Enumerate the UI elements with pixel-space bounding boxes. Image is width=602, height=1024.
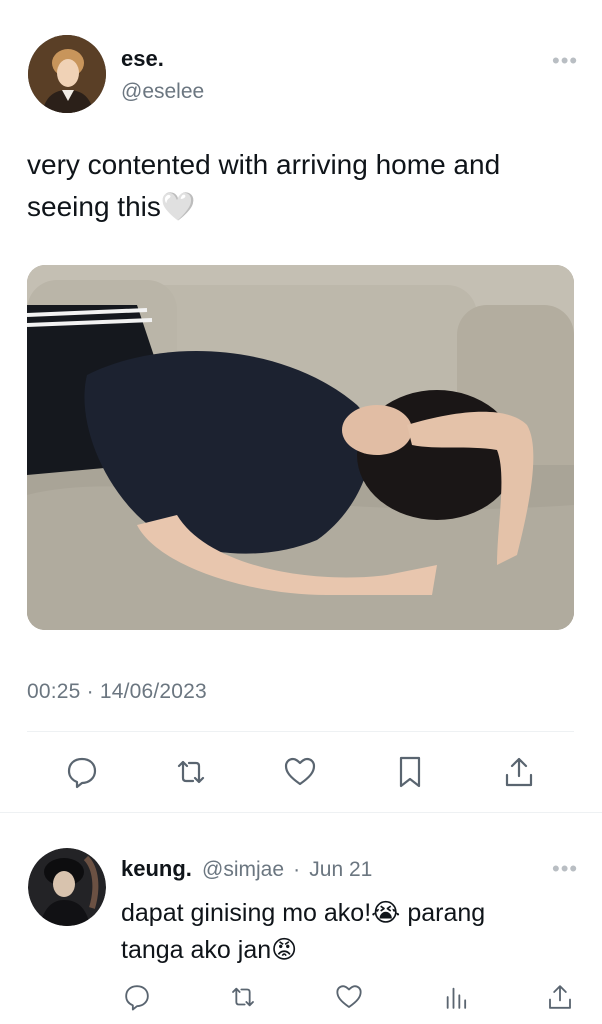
reply-like-icon[interactable] (332, 980, 366, 1014)
reply-author-avatar[interactable] (28, 848, 106, 926)
like-icon[interactable] (280, 752, 320, 792)
reply-separator: · (293, 858, 301, 881)
divider-top (27, 731, 574, 732)
bookmark-icon[interactable] (390, 752, 430, 792)
reply-retweet-icon[interactable] (226, 980, 260, 1014)
more-dots-icon[interactable]: ••• (552, 50, 578, 72)
retweet-icon[interactable] (171, 752, 211, 792)
tweet-photo[interactable] (27, 265, 574, 630)
reply-more-dots-icon[interactable]: ••• (552, 858, 578, 880)
reply-icon[interactable] (62, 752, 102, 792)
reply-author-handle[interactable]: @simjae (202, 858, 284, 881)
author-handle[interactable]: @eselee (121, 80, 204, 104)
reply-text: dapat ginising mo ako!😭 parang tanga ako… (121, 899, 486, 964)
reply-share-icon[interactable] (543, 980, 577, 1014)
avatar-portrait (28, 35, 106, 113)
tweet-text: very contented with arriving home and se… (27, 149, 501, 222)
reply-author-name[interactable]: keung. (121, 856, 192, 881)
author-avatar[interactable] (28, 35, 106, 113)
reply-date[interactable]: Jun 21 (309, 858, 372, 881)
reply-avatar-portrait (28, 848, 106, 926)
author-name[interactable]: ese. (121, 46, 164, 72)
reply-reply-icon[interactable] (120, 980, 154, 1014)
tweet-timestamp[interactable]: 00:25 · 14/06/2023 (27, 680, 207, 704)
reply-analytics-icon[interactable] (439, 980, 473, 1014)
share-icon[interactable] (499, 752, 539, 792)
reply-header: keung. @simjae · Jun 21 (121, 856, 372, 882)
divider-bottom (0, 812, 602, 813)
photo-image (27, 265, 574, 630)
